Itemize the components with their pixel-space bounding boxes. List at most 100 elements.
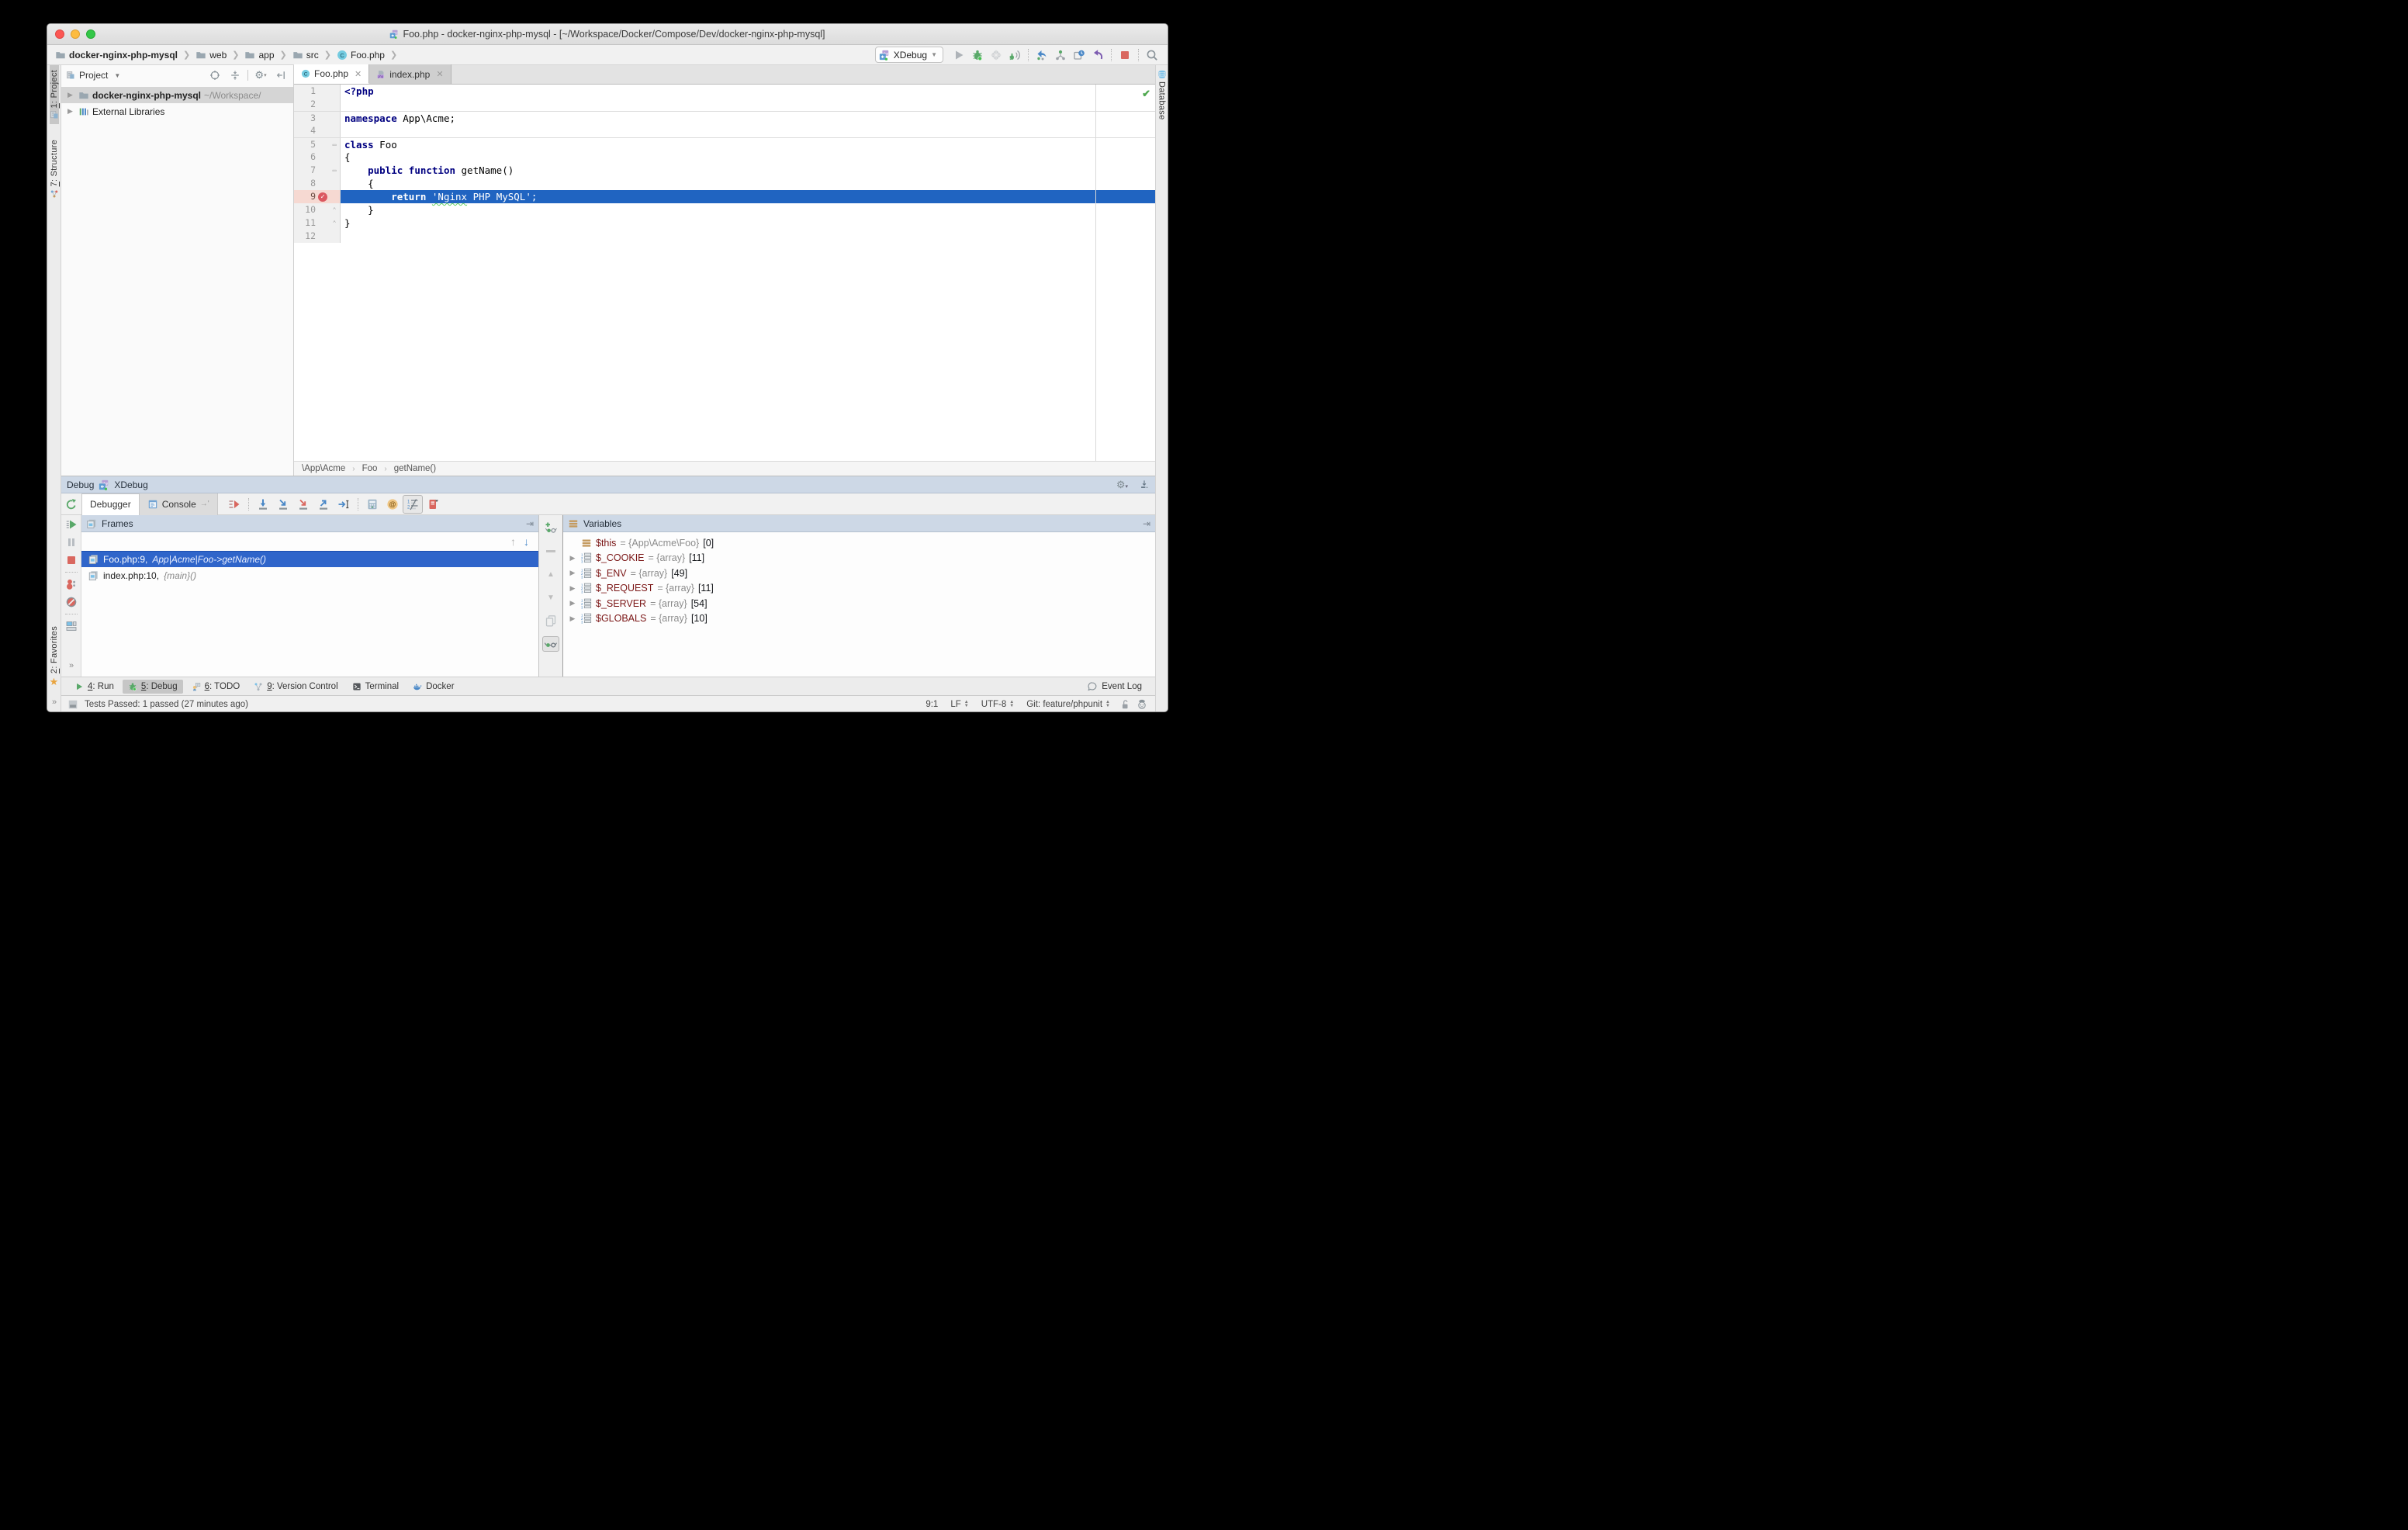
code-line-4[interactable]: 4 — [294, 124, 1155, 137]
collapse-all-button[interactable] — [227, 68, 243, 83]
fold-marker-icon[interactable]: ⌃ — [330, 216, 339, 230]
project-settings-button[interactable]: ⚙▾ — [253, 68, 268, 83]
hide-variables-button[interactable]: ⇥ — [1143, 518, 1150, 529]
gutter-line-9[interactable]: 9✓ — [294, 190, 341, 203]
variable-row-$_ENV[interactable]: ▶123$_ENV = {array} [49] — [563, 566, 1155, 581]
fold-marker-icon[interactable]: ▭ — [330, 164, 339, 177]
encoding-select[interactable]: UTF-8▲▼ — [978, 700, 1018, 709]
variable-row-$_REQUEST[interactable]: ▶123$_REQUEST = {array} [11] — [563, 581, 1155, 597]
close-tab-icon[interactable]: ✕ — [436, 69, 443, 79]
expand-icon[interactable]: ▶ — [568, 584, 577, 593]
frame-row[interactable]: Foo.php:9, App|Acme|Foo->getName() — [81, 551, 538, 567]
rerun-button[interactable] — [61, 498, 81, 511]
restore-layout-button[interactable] — [65, 620, 78, 632]
resume-button[interactable] — [65, 518, 78, 531]
sidebar-tab-project[interactable]: 1: Project — [50, 65, 59, 124]
code-line-8[interactable]: 8 { — [294, 177, 1155, 190]
force-step-into-button[interactable] — [293, 495, 313, 514]
event-log-button[interactable]: Event Log — [1081, 679, 1147, 694]
breadcrumb-item-app[interactable]: app — [243, 49, 275, 61]
hide-panel-button[interactable] — [273, 68, 289, 83]
toolwindow-tab--debug[interactable]: 5: Debug — [123, 680, 183, 694]
gutter-line-12[interactable]: 12 — [294, 230, 341, 243]
sidebar-tab-database[interactable]: Database — [1157, 65, 1167, 125]
code-line-12[interactable]: 12 — [294, 230, 1155, 243]
expand-icon[interactable]: ▶ — [568, 554, 577, 562]
previous-frame-button[interactable]: ↑ — [510, 535, 516, 548]
expand-icon[interactable]: ▶ — [568, 614, 577, 623]
show-watches-toggle[interactable] — [542, 636, 559, 652]
show-values-inline-toggle[interactable]: 12 — [403, 495, 423, 514]
code-line-6[interactable]: 6{ — [294, 151, 1155, 164]
sidebar-tab-structure[interactable]: 7: Structure — [50, 135, 59, 202]
code-line-9[interactable]: 9✓ return 'Nginx PHP MySQL'; — [294, 190, 1155, 203]
sidebar-tab-favorites[interactable]: 2: Favorites ★ — [50, 621, 59, 693]
debug-settings-button[interactable]: ⚙▾ — [1116, 479, 1128, 491]
variable-row-$GLOBALS[interactable]: ▶123$GLOBALS = {array} [10] — [563, 611, 1155, 627]
view-breakpoints-icon-button[interactable] — [65, 578, 78, 590]
remove-watch-button[interactable] — [542, 543, 559, 559]
tab-debugger[interactable]: Debugger — [81, 493, 140, 515]
fold-marker-icon[interactable]: ⌃ — [330, 203, 339, 216]
code-line-11[interactable]: 11⌃} — [294, 216, 1155, 230]
editor-breadcrumb-item[interactable]: Foo — [362, 464, 378, 473]
variable-row-$_SERVER[interactable]: ▶123$_SERVER = {array} [54] — [563, 596, 1155, 611]
gutter-line-11[interactable]: 11⌃ — [294, 216, 341, 230]
breadcrumb-item-Foo.php[interactable]: CFoo.php — [335, 49, 386, 61]
close-window-button[interactable] — [55, 29, 64, 39]
move-watch-up-button[interactable]: ▲ — [542, 566, 559, 582]
editor-breadcrumb-item[interactable]: \App\Acme — [302, 464, 345, 473]
more-actions-button[interactable]: » — [69, 661, 73, 670]
code-editor[interactable]: ✔ 1<?php23namespace App\Acme;45▭class Fo… — [294, 85, 1155, 461]
gutter-line-4[interactable]: 4 — [294, 124, 341, 137]
run-configuration-select[interactable]: php XDebug ▼ — [875, 47, 943, 63]
update-project-button[interactable] — [1033, 47, 1051, 64]
minimize-window-button[interactable] — [71, 29, 80, 39]
frame-row[interactable]: index.php:10, {main}() — [81, 567, 538, 583]
pause-button[interactable] — [65, 536, 78, 549]
expand-icon[interactable]: ▶ — [568, 569, 577, 577]
commit-changes-button[interactable] — [1051, 47, 1070, 64]
show-execution-point-button[interactable] — [224, 495, 244, 514]
hide-debug-panel-button[interactable] — [1139, 479, 1150, 490]
editor-breadcrumb-item[interactable]: getName() — [394, 464, 436, 473]
breakpoint-icon[interactable]: ✓ — [318, 192, 327, 202]
gutter-line-10[interactable]: 10⌃ — [294, 203, 341, 216]
project-tree-item-docker-nginx-php-mysql[interactable]: ▶docker-nginx-php-mysql ~/Workspace/ — [61, 87, 293, 103]
next-frame-button[interactable]: ↓ — [524, 535, 529, 548]
move-watch-down-button[interactable]: ▼ — [542, 590, 559, 605]
search-everywhere-button[interactable] — [1143, 47, 1161, 64]
gutter-line-2[interactable]: 2 — [294, 98, 341, 111]
toolwindow-tab--todo[interactable]: 6: TODO — [186, 680, 246, 694]
locate-file-button[interactable] — [207, 68, 223, 83]
add-watch-button[interactable] — [542, 520, 559, 535]
gutter-line-5[interactable]: 5▭ — [294, 138, 341, 151]
gutter-line-7[interactable]: 7▭ — [294, 164, 341, 177]
breadcrumb-item-web[interactable]: web — [194, 49, 228, 61]
variable-row-$_COOKIE[interactable]: ▶123$_COOKIE = {array} [11] — [563, 551, 1155, 566]
inspection-profile-icon[interactable] — [1137, 699, 1147, 710]
stop-process-button[interactable] — [65, 554, 78, 566]
local-history-button[interactable] — [1070, 47, 1088, 64]
run-to-cursor-button[interactable] — [334, 495, 354, 514]
editor-tab-Foo.php[interactable]: CFoo.php✕ — [294, 64, 369, 84]
run-button[interactable] — [950, 47, 968, 64]
code-line-1[interactable]: 1<?php — [294, 85, 1155, 98]
evaluate-expression-button[interactable] — [362, 495, 382, 514]
coverage-button[interactable] — [987, 47, 1005, 64]
hide-frames-button[interactable]: ⇥ — [526, 518, 534, 529]
lock-icon[interactable] — [1119, 699, 1130, 710]
rollback-button[interactable] — [1088, 47, 1107, 64]
breadcrumb-item-src[interactable]: src — [291, 49, 320, 61]
view-breakpoints-button[interactable] — [423, 495, 443, 514]
breadcrumb-item-docker-nginx-php-mysql[interactable]: docker-nginx-php-mysql — [54, 49, 179, 61]
zoom-window-button[interactable] — [86, 29, 95, 39]
toolwindow-switcher-icon[interactable] — [67, 699, 78, 710]
project-tree-item-External Libraries[interactable]: ▶External Libraries — [61, 103, 293, 119]
expand-icon[interactable]: ▶ — [568, 599, 577, 608]
listen-debug-connections-button[interactable] — [1005, 47, 1024, 64]
step-out-button[interactable] — [313, 495, 334, 514]
inspections-ok-icon[interactable]: ✔ — [1142, 88, 1150, 100]
debug-button[interactable] — [968, 47, 987, 64]
copy-watch-button[interactable] — [542, 613, 559, 628]
